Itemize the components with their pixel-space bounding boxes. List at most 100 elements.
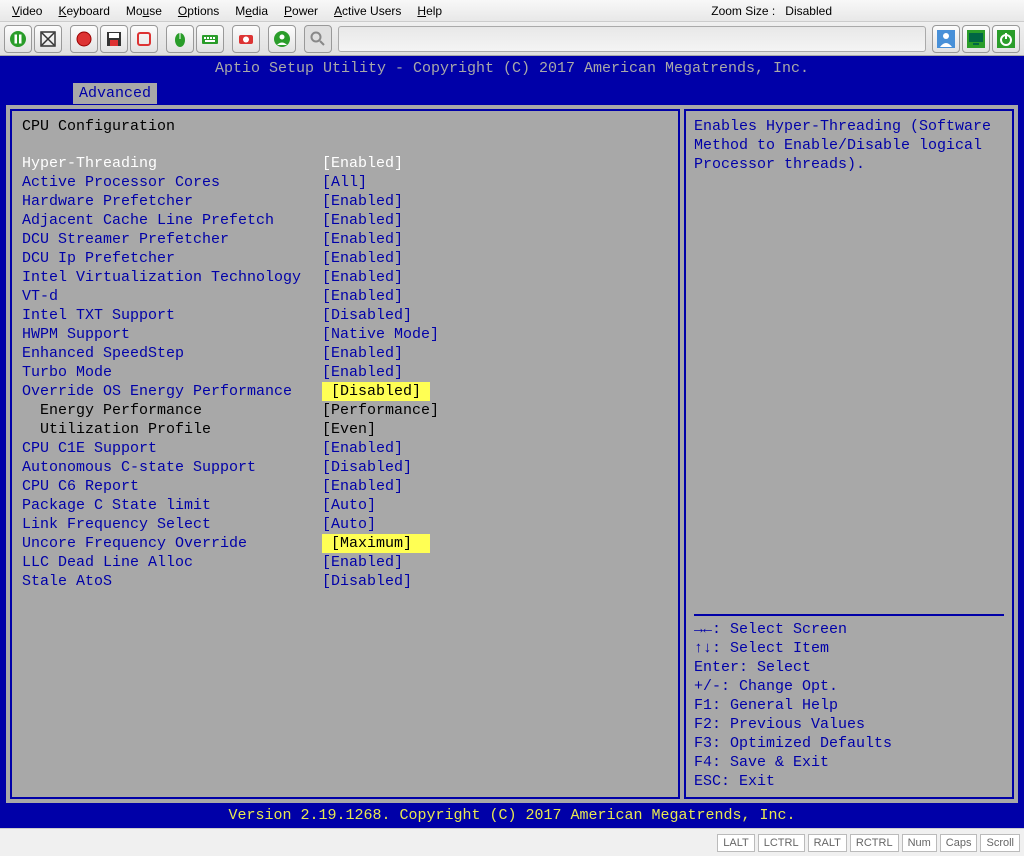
- mouse-button[interactable]: [166, 25, 194, 53]
- keyboard-icon: [201, 30, 219, 48]
- menu-power[interactable]: Power: [276, 2, 326, 20]
- config-row[interactable]: CPU C1E Support[Enabled]: [22, 439, 668, 458]
- config-label: Active Processor Cores: [22, 173, 322, 192]
- config-label: Turbo Mode: [22, 363, 322, 382]
- bios-header: Aptio Setup Utility - Copyright (C) 2017…: [0, 56, 1024, 81]
- config-row[interactable]: Stale AtoS[Disabled]: [22, 572, 668, 591]
- key-hint: Enter: Select: [694, 658, 1004, 677]
- floppy-icon: [105, 30, 123, 48]
- save-button[interactable]: [100, 25, 128, 53]
- config-label: Override OS Energy Performance: [22, 382, 322, 401]
- menu-help[interactable]: Help: [409, 2, 450, 20]
- config-label: CPU C6 Report: [22, 477, 322, 496]
- status-indicator: Caps: [940, 834, 978, 852]
- config-value: [Enabled]: [322, 154, 403, 173]
- menu-mouse[interactable]: Mouse: [118, 2, 170, 20]
- zoom-value: Disabled: [785, 4, 832, 18]
- bios-footer: Version 2.19.1268. Copyright (C) 2017 Am…: [0, 803, 1024, 828]
- config-value: [Auto]: [322, 496, 376, 515]
- config-value: [Disabled]: [322, 572, 412, 591]
- key-hint: +/-: Change Opt.: [694, 677, 1004, 696]
- config-row[interactable]: Uncore Frequency Override [Maximum]: [22, 534, 668, 553]
- config-value: [Auto]: [322, 515, 376, 534]
- config-value: [Disabled]: [322, 382, 430, 401]
- config-label: HWPM Support: [22, 325, 322, 344]
- config-value: [Maximum]: [322, 534, 430, 553]
- status-indicator: Num: [902, 834, 937, 852]
- config-row[interactable]: Intel Virtualization Technology[Enabled]: [22, 268, 668, 287]
- menu-options[interactable]: Options: [170, 2, 227, 20]
- config-label: Hyper-Threading: [22, 154, 322, 173]
- config-row[interactable]: CPU C6 Report[Enabled]: [22, 477, 668, 496]
- mouse-icon: [171, 30, 189, 48]
- status-indicator: LALT: [717, 834, 754, 852]
- search-button[interactable]: [304, 25, 332, 53]
- stop-button[interactable]: [130, 25, 158, 53]
- config-label: DCU Streamer Prefetcher: [22, 230, 322, 249]
- config-row[interactable]: LLC Dead Line Alloc[Enabled]: [22, 553, 668, 572]
- config-label: LLC Dead Line Alloc: [22, 553, 322, 572]
- power-button[interactable]: [992, 25, 1020, 53]
- menu-media[interactable]: Media: [227, 2, 276, 20]
- menu-video[interactable]: Video: [4, 2, 50, 20]
- power-icon: [997, 30, 1015, 48]
- config-value: [Even]: [322, 420, 376, 439]
- tab-advanced[interactable]: Advanced: [72, 82, 158, 105]
- key-hint: F1: General Help: [694, 696, 1004, 715]
- config-label: Link Frequency Select: [22, 515, 322, 534]
- config-row[interactable]: Adjacent Cache Line Prefetch[Enabled]: [22, 211, 668, 230]
- config-value: [Native Mode]: [322, 325, 439, 344]
- config-value: [All]: [322, 173, 367, 192]
- config-row[interactable]: VT-d[Enabled]: [22, 287, 668, 306]
- config-value: [Disabled]: [322, 458, 412, 477]
- users-button[interactable]: [268, 25, 296, 53]
- config-value: [Enabled]: [322, 553, 403, 572]
- status-indicator: Scroll: [980, 834, 1020, 852]
- config-row[interactable]: Override OS Energy Performance [Disabled…: [22, 382, 668, 401]
- config-row[interactable]: Enhanced SpeedStep[Enabled]: [22, 344, 668, 363]
- config-row[interactable]: Turbo Mode[Enabled]: [22, 363, 668, 382]
- status-indicator: RALT: [808, 834, 847, 852]
- address-input[interactable]: [338, 26, 926, 52]
- key-hints: →←: Select Screen↑↓: Select ItemEnter: S…: [694, 614, 1004, 791]
- config-value: [Enabled]: [322, 439, 403, 458]
- users-icon: [273, 30, 291, 48]
- config-label: Intel TXT Support: [22, 306, 322, 325]
- config-row[interactable]: Link Frequency Select[Auto]: [22, 515, 668, 534]
- config-row[interactable]: Package C State limit[Auto]: [22, 496, 668, 515]
- config-row[interactable]: Autonomous C-state Support[Disabled]: [22, 458, 668, 477]
- camera-button[interactable]: [232, 25, 260, 53]
- monitor-button[interactable]: [962, 25, 990, 53]
- fullscreen-button[interactable]: [34, 25, 62, 53]
- config-row[interactable]: Intel TXT Support[Disabled]: [22, 306, 668, 325]
- user-icon: [937, 30, 955, 48]
- record-icon: [75, 30, 93, 48]
- config-row[interactable]: HWPM Support[Native Mode]: [22, 325, 668, 344]
- keyboard-button[interactable]: [196, 25, 224, 53]
- monitor-icon: [967, 30, 985, 48]
- config-label: Package C State limit: [22, 496, 322, 515]
- config-value: [Enabled]: [322, 192, 403, 211]
- pause-button[interactable]: [4, 25, 32, 53]
- user-button[interactable]: [932, 25, 960, 53]
- config-label: Stale AtoS: [22, 572, 322, 591]
- config-row[interactable]: Active Processor Cores[All]: [22, 173, 668, 192]
- config-value: [Enabled]: [322, 344, 403, 363]
- config-label: Autonomous C-state Support: [22, 458, 322, 477]
- bios-body: CPU Configuration Hyper-Threading[Enable…: [0, 105, 1024, 803]
- menu-active-users[interactable]: Active Users: [326, 2, 409, 20]
- config-row[interactable]: DCU Ip Prefetcher[Enabled]: [22, 249, 668, 268]
- config-label: Utilization Profile: [22, 420, 322, 439]
- record-button[interactable]: [70, 25, 98, 53]
- config-label: Uncore Frequency Override: [22, 534, 322, 553]
- menu-keyboard[interactable]: Keyboard: [50, 2, 117, 20]
- config-row[interactable]: DCU Streamer Prefetcher[Enabled]: [22, 230, 668, 249]
- bios-tabbar: Advanced: [0, 81, 1024, 105]
- config-value: [Enabled]: [322, 363, 403, 382]
- config-row[interactable]: Hyper-Threading[Enabled]: [22, 154, 668, 173]
- zoom-label: Zoom Size :: [711, 4, 775, 18]
- config-row[interactable]: Hardware Prefetcher[Enabled]: [22, 192, 668, 211]
- config-value: [Enabled]: [322, 268, 403, 287]
- config-value: [Enabled]: [322, 230, 403, 249]
- fullscreen-icon: [39, 30, 57, 48]
